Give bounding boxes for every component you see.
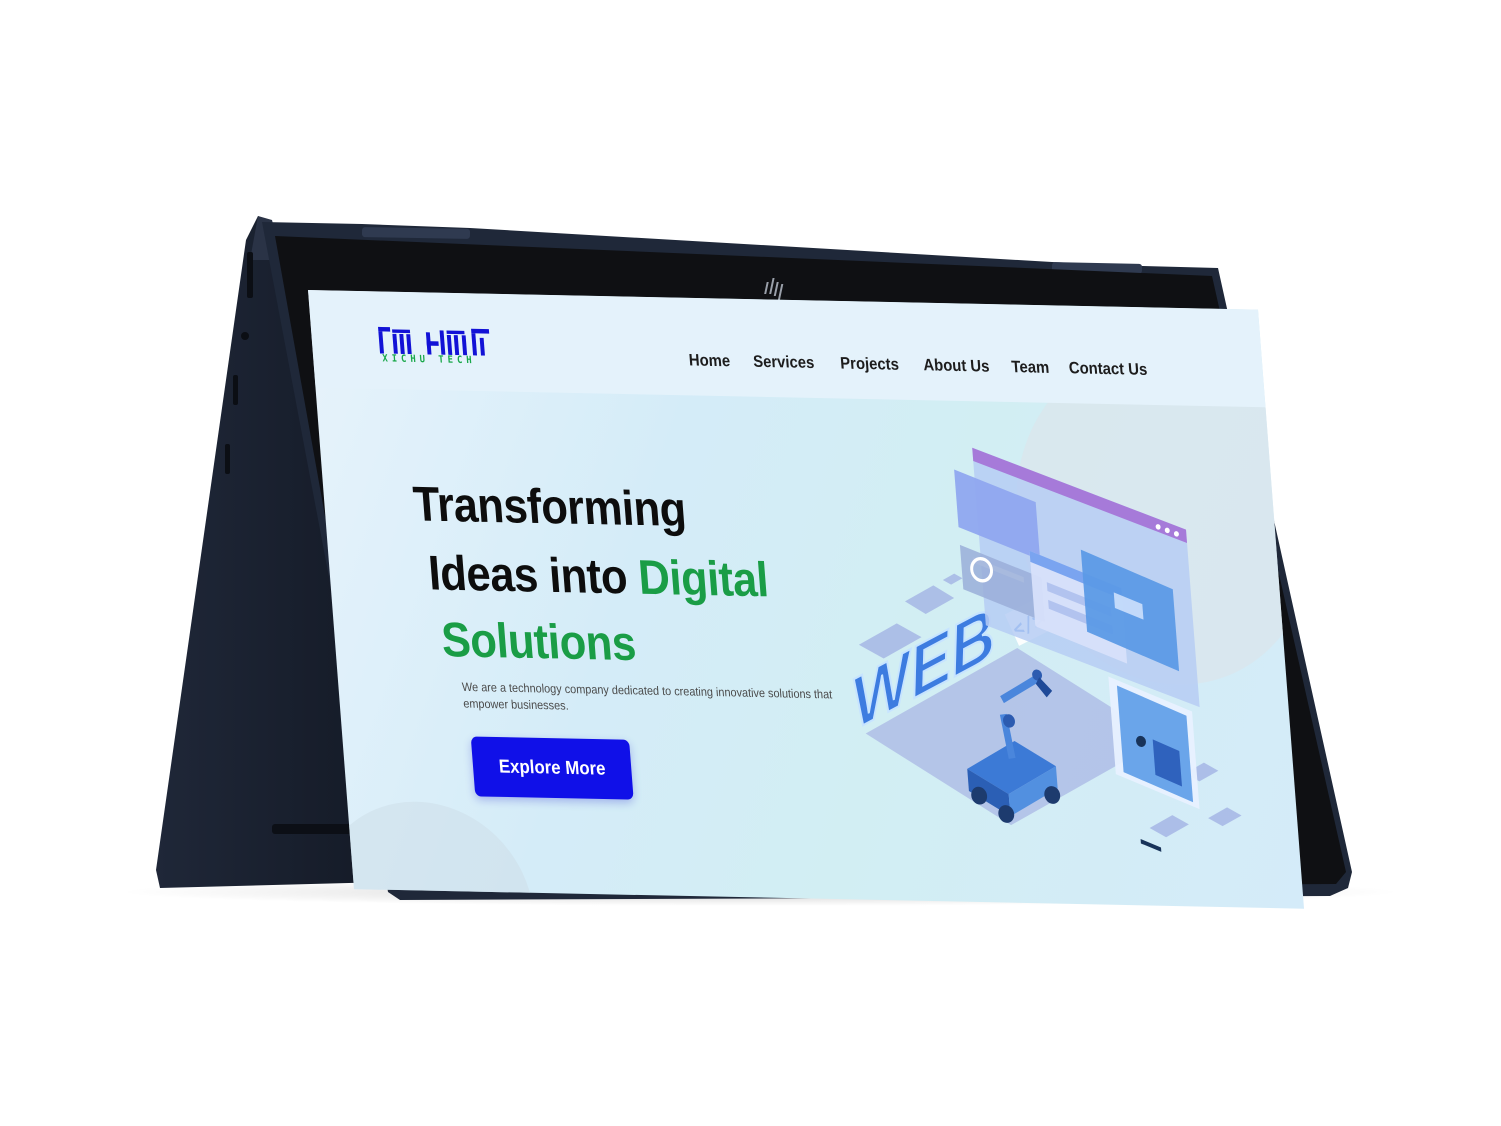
- nav-projects[interactable]: Projects: [840, 354, 900, 374]
- explore-more-button[interactable]: Explore More: [470, 736, 634, 800]
- website-screen: XICHU TECH Home Services Projects About …: [308, 290, 1305, 909]
- side-port-2: [233, 375, 238, 405]
- mockup-stage: XICHU TECH Home Services Projects About …: [0, 0, 1501, 1126]
- hero-title-highlight: Digital: [636, 550, 771, 608]
- site-header: XICHU TECH Home Services Projects About …: [308, 290, 1266, 408]
- floor-tile-5: [1149, 815, 1189, 838]
- hero-title-line-1: Transforming: [411, 477, 688, 538]
- side-port-3: [225, 444, 230, 474]
- floor-tile-4: [1208, 807, 1242, 827]
- logo-mark-icon: [378, 326, 490, 356]
- logo-text: XICHU TECH: [382, 353, 477, 367]
- floor-tile-1: [904, 585, 955, 615]
- nav-contact-us[interactable]: Contact Us: [1068, 359, 1148, 379]
- hero-illustration: WEB </>: [846, 447, 1242, 852]
- hero-title-line-3: Solutions: [439, 612, 638, 672]
- hero-title-line-2: Ideas into Digital: [426, 546, 771, 608]
- floor-tile-6: [942, 573, 963, 585]
- hero-title-line-2-plain: Ideas into: [426, 546, 641, 605]
- nav-services[interactable]: Services: [752, 352, 815, 372]
- site-logo[interactable]: XICHU TECH: [374, 325, 501, 372]
- hinge-left: [361, 227, 471, 239]
- nav-team[interactable]: Team: [1011, 358, 1050, 378]
- side-port: [247, 252, 253, 298]
- nav-home[interactable]: Home: [688, 351, 731, 371]
- nav-about-us[interactable]: About Us: [923, 356, 990, 376]
- side-jack: [241, 332, 249, 340]
